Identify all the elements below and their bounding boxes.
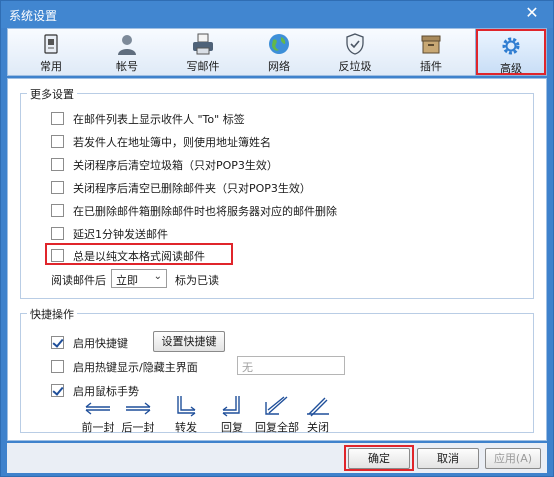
more-settings-group: 更多设置 在邮件列表上显示收件人 "To" 标签 若发件人在地址簿中，则使用地址… <box>20 86 534 299</box>
arrow-left-icon <box>85 402 110 415</box>
checkbox[interactable] <box>51 384 64 397</box>
gesture-label: 回复全部 <box>255 421 299 434</box>
close-icon[interactable]: ✕ <box>523 4 541 22</box>
more-settings-title: 更多设置 <box>27 86 77 102</box>
option-label: 在邮件列表上显示收件人 "To" 标签 <box>73 113 245 126</box>
gesture-label: 回复 <box>221 421 243 434</box>
mark-read-value: 立即 <box>116 274 138 287</box>
gesture-reply: 回复 <box>211 394 253 435</box>
gesture-up-right-icon <box>307 397 329 417</box>
shortcuts-title: 快捷操作 <box>27 306 77 322</box>
option-label: 启用热键显示/隐藏主界面 <box>73 361 198 374</box>
gesture-label: 转发 <box>175 421 197 434</box>
globe-icon <box>269 34 289 54</box>
option-label: 延迟1分钟发送邮件 <box>73 228 168 241</box>
gesture-diagonal-icon <box>265 396 288 415</box>
settings-panel: 更多设置 在邮件列表上显示收件人 "To" 标签 若发件人在地址簿中，则使用地址… <box>7 78 547 441</box>
gesture-label: 关闭 <box>307 421 329 434</box>
checkbox[interactable] <box>51 249 64 262</box>
checkbox[interactable] <box>51 135 64 148</box>
ok-button[interactable]: 确定 <box>348 448 410 469</box>
hotkey-input[interactable]: 无 <box>237 356 345 375</box>
gesture-label: 前一封 <box>81 421 115 434</box>
option-label: 关闭程序后清空垃圾箱（只对POP3生效） <box>73 159 278 172</box>
settings-window: 系统设置 ✕ 常用 帐号 写邮件 网络 反垃圾 插件 高级 更多设置 在邮件列表… <box>0 0 554 477</box>
option-label: 若发件人在地址簿中，则使用地址簿姓名 <box>73 136 271 149</box>
gesture-previous: 前一封 <box>77 397 119 435</box>
option-label: 启用快捷键 <box>73 337 128 350</box>
tab-plugins-label: 插件 <box>420 60 442 73</box>
checkbox[interactable] <box>51 112 64 125</box>
gesture-close: 关闭 <box>297 394 339 435</box>
checkbox[interactable] <box>51 181 64 194</box>
cancel-button[interactable]: 取消 <box>417 448 479 469</box>
read-after-label: 阅读邮件后 <box>51 274 106 287</box>
tab-general[interactable]: 常用 <box>20 29 82 75</box>
gesture-forward: 转发 <box>165 394 207 435</box>
tab-advanced-label: 高级 <box>500 62 522 75</box>
apply-button[interactable]: 应用(A) <box>485 448 541 469</box>
tab-antispam-label: 反垃圾 <box>338 60 372 73</box>
shortcuts-group: 快捷操作 启用快捷键 设置快捷键 启用热键显示/隐藏主界面 无 启用鼠标手势 前… <box>20 306 534 435</box>
checkbox[interactable] <box>51 204 64 217</box>
gesture-down-left-icon <box>222 396 240 417</box>
gesture-next: 后一封 <box>117 397 159 435</box>
arrow-right-icon <box>126 402 151 415</box>
gear-icon <box>502 37 520 55</box>
printer-icon <box>193 33 213 55</box>
gesture-down-right-icon <box>177 396 196 417</box>
checkbox[interactable] <box>51 227 64 240</box>
checkbox[interactable] <box>51 336 64 349</box>
gesture-reply-all: 回复全部 <box>255 394 299 435</box>
settings-toolbar: 常用 帐号 写邮件 网络 反垃圾 插件 高级 <box>7 28 547 76</box>
tab-plugins[interactable]: 插件 <box>400 29 462 75</box>
shield-icon <box>346 33 364 55</box>
tab-compose[interactable]: 写邮件 <box>172 29 234 75</box>
chevron-down-icon: ⌄ <box>153 271 162 282</box>
dialog-footer: 确定 取消 应用(A) <box>7 443 547 473</box>
tab-network[interactable]: 网络 <box>248 29 310 75</box>
tab-antispam[interactable]: 反垃圾 <box>324 29 386 75</box>
phone-icon <box>44 34 58 54</box>
option-label: 在已删除邮件箱删除邮件时也将服务器对应的邮件删除 <box>73 205 337 218</box>
tab-account-label: 帐号 <box>116 60 138 73</box>
mark-read-select[interactable]: 立即 ⌄ <box>111 269 167 288</box>
box-icon <box>421 35 441 54</box>
tab-account[interactable]: 帐号 <box>96 29 158 75</box>
tab-advanced[interactable]: 高级 <box>475 28 547 76</box>
title-bar: 系统设置 ✕ <box>1 1 553 28</box>
user-icon <box>118 35 136 55</box>
gesture-label: 后一封 <box>121 421 155 434</box>
mark-read-suffix: 标为已读 <box>175 274 219 287</box>
tab-network-label: 网络 <box>268 60 290 73</box>
checkbox[interactable] <box>51 360 64 373</box>
option-label: 总是以纯文本格式阅读邮件 <box>73 250 205 263</box>
tab-compose-label: 写邮件 <box>186 60 220 73</box>
option-label: 关闭程序后清空已删除邮件夹（只对POP3生效） <box>73 182 311 195</box>
window-title: 系统设置 <box>9 9 58 23</box>
set-hotkeys-button[interactable]: 设置快捷键 <box>153 331 225 352</box>
checkbox[interactable] <box>51 158 64 171</box>
tab-general-label: 常用 <box>40 60 62 73</box>
